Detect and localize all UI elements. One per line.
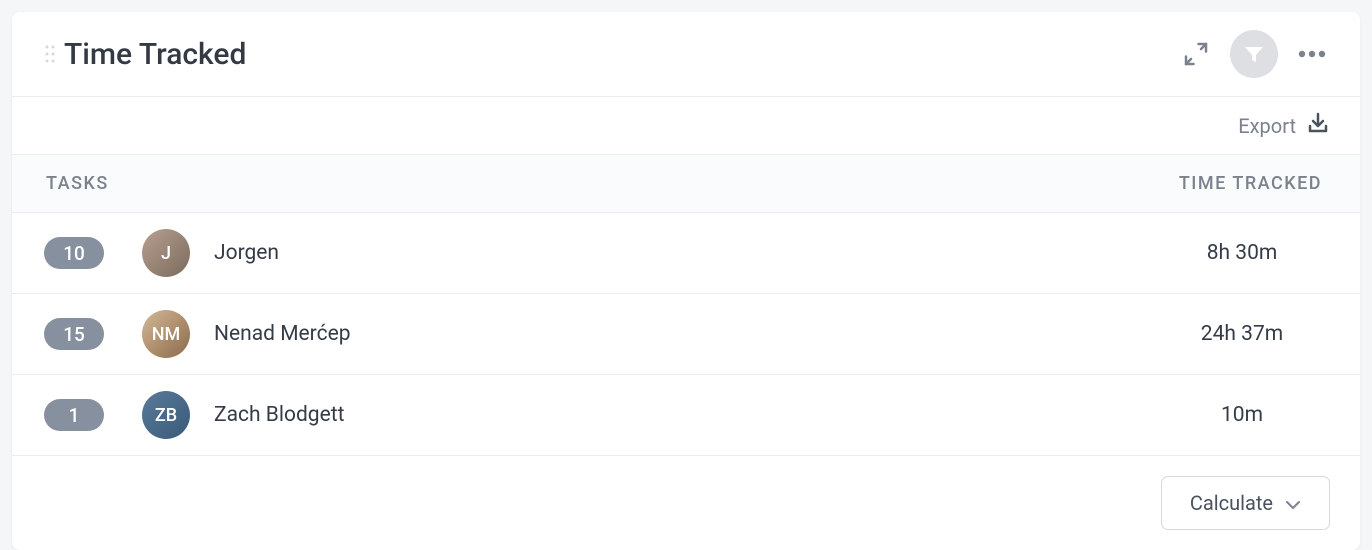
calculate-button[interactable]: Calculate — [1161, 476, 1330, 530]
avatar: NM — [142, 310, 190, 358]
avatar: ZB — [142, 391, 190, 439]
user-name: Jorgen — [214, 241, 1162, 265]
card-footer: Calculate — [12, 456, 1360, 550]
export-button[interactable]: Export — [1238, 111, 1330, 140]
table-row[interactable]: 10 J Jorgen8h 30m — [12, 213, 1360, 294]
header-actions — [1178, 30, 1330, 78]
user-name: Zach Blodgett — [214, 403, 1162, 427]
calculate-label: Calculate — [1190, 491, 1273, 515]
task-count-badge: 10 — [44, 237, 104, 269]
column-time-tracked: TIME TRACKED — [1179, 173, 1322, 194]
toolbar: Export — [12, 97, 1360, 155]
download-icon — [1306, 111, 1330, 140]
title-wrap: Time Tracked — [44, 37, 246, 72]
task-count-badge: 15 — [44, 318, 104, 350]
more-icon[interactable] — [1294, 36, 1330, 72]
table-row[interactable]: 15 NM Nenad Merćep24h 37m — [12, 294, 1360, 375]
column-headers: TASKS TIME TRACKED — [12, 155, 1360, 213]
time-tracked-card: Time Tracked Export — [12, 12, 1360, 550]
card-header: Time Tracked — [12, 12, 1360, 97]
chevron-down-icon — [1285, 491, 1301, 515]
expand-icon[interactable] — [1178, 36, 1214, 72]
rows-container: 10 J Jorgen8h 30m 15 NM Nenad Merćep24h 37m 1 Z… — [12, 213, 1360, 456]
time-value: 10m — [1162, 403, 1322, 427]
filter-icon[interactable] — [1230, 30, 1278, 78]
drag-handle-icon[interactable] — [44, 44, 56, 64]
export-label: Export — [1238, 114, 1296, 138]
user-name: Nenad Merćep — [214, 322, 1162, 346]
table-row[interactable]: 1 ZB Zach Blodgett10m — [12, 375, 1360, 456]
task-count-badge: 1 — [44, 399, 104, 431]
card-title: Time Tracked — [64, 37, 246, 72]
avatar: J — [142, 229, 190, 277]
column-tasks: TASKS — [46, 173, 109, 194]
time-value: 8h 30m — [1162, 241, 1322, 265]
time-value: 24h 37m — [1162, 322, 1322, 346]
